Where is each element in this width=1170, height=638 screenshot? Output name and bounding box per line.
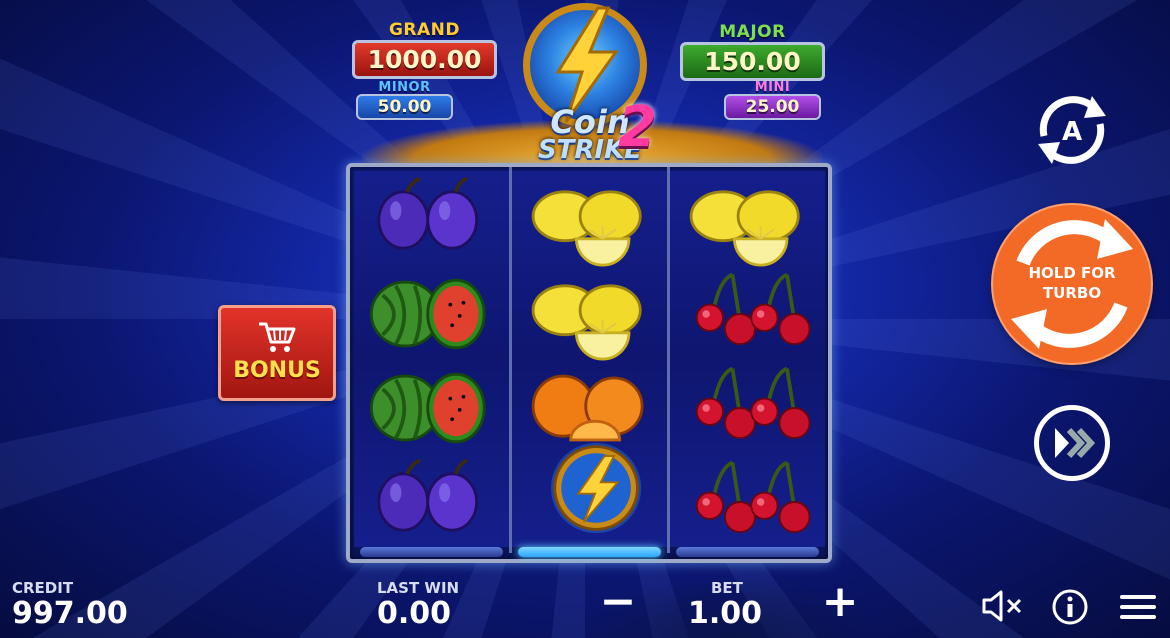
mini-jackpot-value: 25.00 — [724, 94, 821, 120]
grand-jackpot: GRAND 1000.00 — [352, 20, 497, 79]
fast-play-button[interactable] — [1034, 405, 1110, 481]
minor-jackpot-value: 50.00 — [356, 94, 453, 120]
spin-label: HOLD FOR TURBO — [1028, 264, 1116, 302]
grand-jackpot-value: 1000.00 — [352, 40, 497, 79]
game-logo: Coin STRIKE 2 — [500, 95, 680, 165]
reel-indicator-active — [518, 547, 661, 557]
major-jackpot: MAJOR 150.00 — [680, 22, 825, 81]
spin-button[interactable]: HOLD FOR TURBO — [993, 205, 1151, 363]
credit-label: CREDIT — [12, 579, 74, 597]
last-win-value: 0.00 — [377, 596, 452, 631]
logo-number: 2 — [618, 95, 657, 160]
fast-forward-icon — [1055, 427, 1096, 459]
bonus-buy-button[interactable]: BONUS — [218, 305, 336, 401]
mini-jackpot-label: MINI — [754, 80, 791, 95]
minor-jackpot: MINOR 50.00 — [356, 81, 453, 120]
mini-jackpot: MINI 25.00 — [724, 81, 821, 120]
plum-symbol-icon — [377, 458, 479, 532]
menu-icon[interactable] — [1118, 588, 1162, 624]
bet-increase-button[interactable]: + — [820, 580, 860, 624]
lemon-symbol-icon — [531, 284, 642, 361]
autoplay-letter: A — [1062, 117, 1082, 147]
major-jackpot-label: MAJOR — [719, 22, 786, 42]
grand-jackpot-label: GRAND — [388, 20, 461, 40]
bet-value: 1.00 — [688, 596, 763, 631]
last-win-label: LAST WIN — [377, 579, 460, 597]
lemon-symbol-icon — [689, 190, 800, 267]
info-icon[interactable] — [1050, 588, 1090, 626]
reel-frame — [346, 163, 832, 563]
sound-muted-icon[interactable] — [980, 588, 1026, 624]
cherry-symbol-icon — [695, 272, 811, 346]
plum-symbol-icon — [377, 176, 479, 250]
major-jackpot-value: 150.00 — [680, 42, 825, 81]
bonus-label: BONUS — [233, 358, 321, 383]
credit-value: 997.00 — [12, 596, 128, 631]
cart-icon — [259, 322, 296, 352]
coin-symbol-icon — [550, 442, 642, 534]
cherry-symbol-icon — [695, 460, 811, 534]
autoplay-button[interactable]: A — [1030, 88, 1114, 172]
minor-jackpot-label: MINOR — [378, 80, 431, 95]
lemon-symbol-icon — [531, 190, 642, 267]
bet-decrease-button[interactable]: − — [598, 580, 638, 624]
bet-label: BET — [711, 579, 743, 597]
watermelon-symbol-icon — [369, 278, 486, 350]
cherry-symbol-icon — [695, 366, 811, 440]
watermelon-symbol-icon — [369, 372, 486, 444]
